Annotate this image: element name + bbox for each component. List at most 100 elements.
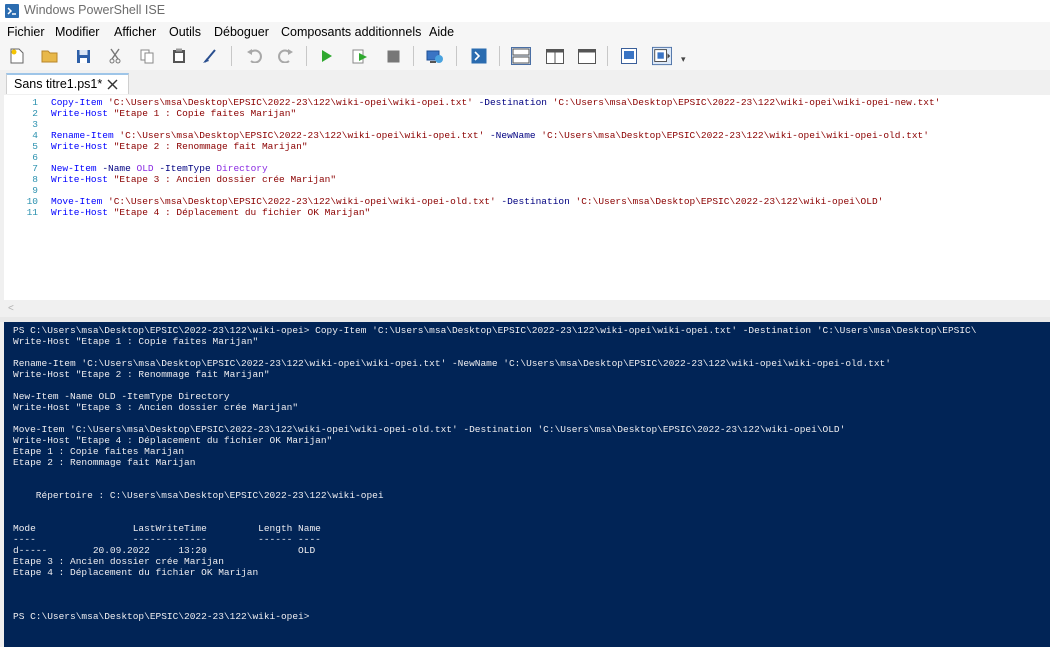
start-powershell-icon[interactable] (469, 46, 489, 66)
window-title: Windows PowerShell ISE (24, 3, 166, 17)
code-token: 'C:\Users\msa\Desktop\EPSIC\2022-23\122\… (575, 196, 884, 207)
code-token: 'C:\Users\msa\Desktop\EPSIC\2022-23\122\… (119, 130, 485, 141)
code-token: -Name (102, 163, 131, 174)
line-number: 2 (32, 108, 38, 119)
line-number: 4 (32, 130, 38, 141)
copy-icon[interactable] (137, 46, 157, 66)
menu-modifier[interactable]: Modifier (55, 25, 99, 39)
scroll-left-icon[interactable]: < (8, 303, 14, 314)
code-line: New-Item -Name OLD -ItemType Directory (51, 163, 940, 174)
console-line: Etape 1 : Copie faites Marijan (13, 446, 185, 457)
code-token: -ItemType (159, 163, 211, 174)
menu-afficher[interactable]: Afficher (114, 25, 156, 39)
code-token: Copy-Item (51, 97, 103, 108)
tab-sans-titre1[interactable]: Sans titre1.ps1* (6, 73, 129, 94)
redo-icon[interactable] (276, 46, 296, 66)
line-number: 8 (32, 174, 38, 185)
console-line: Write-Host "Etape 2 : Renommage fait Mar… (13, 369, 270, 380)
code-line: Move-Item 'C:\Users\msa\Desktop\EPSIC\20… (51, 196, 940, 207)
code-token: OLD (136, 163, 154, 174)
new-remote-tab-icon[interactable] (425, 46, 445, 66)
console-line: Etape 3 : Ancien dossier crée Marijan (13, 556, 224, 567)
console-line: Mode LastWriteTime Length Name (13, 523, 321, 534)
script-tab-strip: Sans titre1.ps1* (0, 70, 1050, 95)
code-token: Write-Host (51, 207, 109, 218)
menu-fichier[interactable]: Fichier (7, 25, 45, 39)
code-token: 'C:\Users\msa\Desktop\EPSIC\2022-23\122\… (541, 130, 929, 141)
code-token: 'C:\Users\msa\Desktop\EPSIC\2022-23\122\… (108, 196, 496, 207)
new-file-icon[interactable] (7, 46, 27, 66)
show-script-right-icon[interactable] (545, 46, 565, 66)
cut-icon[interactable] (105, 46, 125, 66)
console-line: Write-Host "Etape 3 : Ancien dossier cré… (13, 402, 299, 413)
console-line: Move-Item 'C:\Users\msa\Desktop\EPSIC\20… (13, 424, 846, 435)
code-token: Move-Item (51, 196, 103, 207)
script-code[interactable]: Copy-Item 'C:\Users\msa\Desktop\EPSIC\20… (51, 97, 940, 218)
toolbar-separator (306, 46, 307, 66)
line-number: 9 (32, 185, 38, 196)
console-line: ---- ------------- ------ ---- (13, 534, 321, 545)
code-token: "Etape 4 : Déplacement du fichier OK Mar… (113, 207, 371, 218)
show-script-top-icon[interactable] (511, 46, 531, 66)
code-token: Write-Host (51, 141, 109, 152)
toolbar-separator (607, 46, 608, 66)
code-line: Rename-Item 'C:\Users\msa\Desktop\EPSIC\… (51, 130, 940, 141)
code-token: Directory (216, 163, 268, 174)
menu-bar: Fichier Modifier Afficher Outils Débogue… (0, 22, 1050, 42)
undo-icon[interactable] (244, 46, 264, 66)
clear-console-icon[interactable] (200, 46, 220, 66)
line-number: 6 (32, 152, 38, 163)
close-icon[interactable] (107, 79, 118, 90)
line-number: 1 (32, 97, 38, 108)
toolbar-separator (231, 46, 232, 66)
menu-outils[interactable]: Outils (169, 25, 201, 39)
console-line: New-Item -Name OLD -ItemType Directory (13, 391, 230, 402)
console-line: Rename-Item 'C:\Users\msa\Desktop\EPSIC\… (13, 358, 891, 369)
console-line: Etape 2 : Renommage fait Marijan (13, 457, 196, 468)
menu-deboguer[interactable]: Déboguer (214, 25, 269, 39)
code-line: Write-Host "Etape 3 : Ancien dossier cré… (51, 174, 940, 185)
save-icon[interactable] (73, 46, 93, 66)
code-token: "Etape 2 : Renommage fait Marijan" (113, 141, 308, 152)
show-command-window-icon[interactable] (619, 46, 639, 66)
console-line: PS C:\Users\msa\Desktop\EPSIC\2022-23\12… (13, 325, 977, 336)
code-token: -Destination (501, 196, 570, 207)
toolbar: ▾ (0, 42, 1050, 70)
menu-composants-additionnels[interactable]: Composants additionnels (281, 25, 421, 39)
run-selection-icon[interactable] (350, 46, 370, 66)
code-line: Copy-Item 'C:\Users\msa\Desktop\EPSIC\20… (51, 97, 940, 108)
code-line: Write-Host "Etape 4 : Déplacement du fic… (51, 207, 940, 218)
console-pane[interactable]: PS C:\Users\msa\Desktop\EPSIC\2022-23\12… (4, 322, 1050, 647)
toolbar-separator (456, 46, 457, 66)
stop-icon[interactable] (383, 46, 403, 66)
console-line: Répertoire : C:\Users\msa\Desktop\EPSIC\… (13, 490, 384, 501)
code-token: New-Item (51, 163, 97, 174)
toolbar-overflow-icon[interactable]: ▾ (681, 54, 686, 65)
show-script-max-icon[interactable] (577, 46, 597, 66)
code-token: -NewName (489, 130, 536, 141)
code-line: Write-Host "Etape 2 : Renommage fait Mar… (51, 141, 940, 152)
console-output: PS C:\Users\msa\Desktop\EPSIC\2022-23\12… (13, 325, 976, 622)
show-command-addon-icon[interactable] (652, 46, 672, 66)
console-line: Write-Host "Etape 1 : Copie faites Marij… (13, 336, 259, 347)
menu-aide[interactable]: Aide (429, 25, 454, 39)
toolbar-separator (499, 46, 500, 66)
script-editor[interactable]: 1 2 3 4 5 6 7 8 9 10 11 Copy-Item 'C:\Users\msa\De… (4, 95, 1050, 300)
line-number: 3 (32, 119, 38, 130)
paste-icon[interactable] (169, 46, 189, 66)
open-folder-icon[interactable] (40, 46, 60, 66)
run-script-icon[interactable] (317, 46, 337, 66)
editor-horizontal-scrollbar[interactable]: < (4, 300, 1050, 317)
line-number-gutter: 1 2 3 4 5 6 7 8 9 10 11 (4, 97, 38, 218)
code-token: 'C:\Users\msa\Desktop\EPSIC\2022-23\122\… (552, 97, 941, 108)
